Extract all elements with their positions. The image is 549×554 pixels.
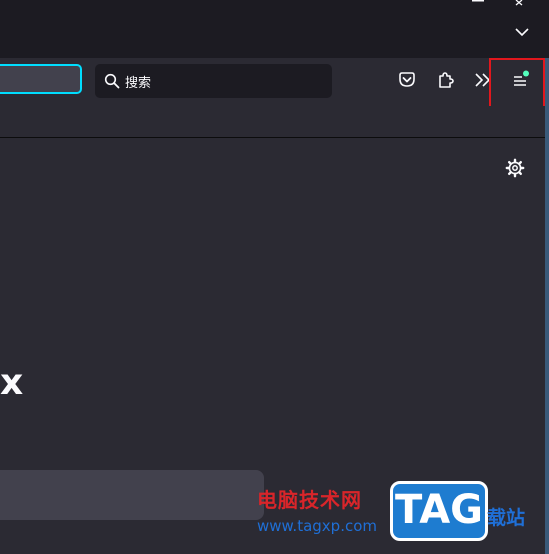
address-bar-input[interactable] bbox=[0, 64, 82, 94]
watermark-site-name: 电脑技术网 bbox=[257, 488, 362, 512]
watermark-badge: TAG bbox=[390, 481, 488, 541]
gear-icon[interactable] bbox=[505, 158, 525, 178]
window-edge bbox=[545, 58, 549, 554]
brand-wordmark-fragment: x bbox=[0, 362, 24, 403]
watermark-url: www.tagxp.com bbox=[257, 517, 377, 535]
watermark-side-text: 载站 bbox=[487, 507, 526, 529]
newtab-search-input[interactable] bbox=[0, 470, 264, 520]
navigation-toolbar: 搜索 bbox=[0, 58, 549, 106]
search-box[interactable]: 搜索 bbox=[95, 64, 332, 98]
bookmarks-toolbar bbox=[0, 106, 549, 137]
search-placeholder: 搜索 bbox=[125, 76, 152, 91]
tab-strip bbox=[0, 0, 549, 58]
puzzle-icon[interactable] bbox=[434, 68, 458, 92]
pocket-icon[interactable] bbox=[395, 68, 419, 92]
menu-button-highlight bbox=[489, 58, 545, 109]
list-all-tabs-chevron-down-icon[interactable] bbox=[514, 24, 530, 40]
search-icon bbox=[104, 73, 120, 89]
watermark-badge-text: TAG bbox=[395, 487, 483, 533]
window-controls-fragment bbox=[472, 0, 523, 6]
